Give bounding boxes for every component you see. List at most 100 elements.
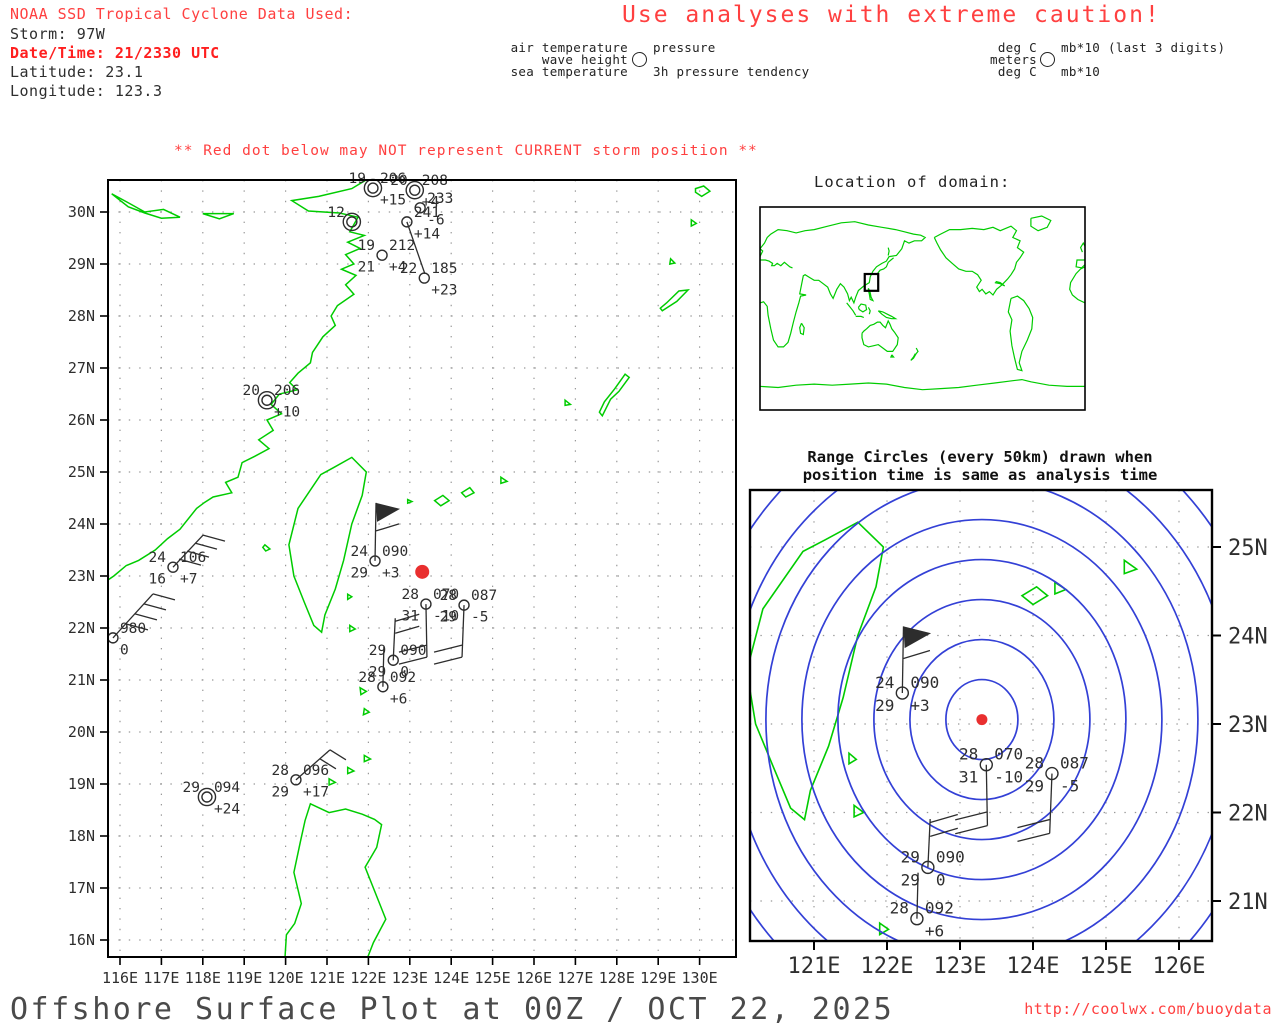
x-axis-tick-label: 127E (557, 969, 593, 985)
station-value: 29 (875, 696, 894, 715)
station-value: 28 (358, 670, 375, 686)
x-axis-tick-label: 128E (599, 969, 635, 985)
station-value: 092 (390, 670, 416, 686)
station-value: 20 (243, 383, 260, 399)
y-axis-tick-label: 26N (68, 411, 95, 429)
x-axis-tick-label: 122E (350, 969, 386, 985)
station-value: -10 (994, 768, 1023, 787)
range-x-tick-label: 124E (1007, 954, 1060, 979)
x-axis-tick-label: 123E (392, 969, 428, 985)
noaa-data-line: NOAA SSD Tropical Cyclone Data Used: (10, 5, 354, 23)
station-value: +6 (925, 922, 944, 941)
station-value: 16 (149, 572, 166, 588)
y-axis-tick-label: 25N (68, 463, 95, 481)
station-value: 208 (422, 173, 448, 189)
station-circle-icon (201, 791, 213, 803)
station-value: 206 (274, 383, 300, 399)
station-circle-icon (409, 184, 421, 196)
buoydata-link[interactable]: http://coolwx.com/buoydata (1024, 1000, 1272, 1018)
range-map-title-line1: Range Circles (every 50km) drawn when (807, 448, 1153, 466)
y-axis-tick-label: 28N (68, 307, 95, 325)
range-x-tick-label: 122E (861, 954, 914, 979)
station-plot: 24 090 29 +3 (875, 626, 939, 715)
main-map: 19 206+1520 208+4233-6241+141219 21221 +422 1… (68, 171, 737, 985)
station-value: 094 (214, 780, 240, 796)
station-value: 092 (925, 899, 954, 918)
range-y-tick-label: 25N (1228, 536, 1268, 561)
station-value: +3 (382, 565, 399, 581)
caution-banner: Use analyses with extreme caution! (622, 2, 1161, 28)
range-x-tick-label: 125E (1080, 954, 1133, 979)
coastlines (108, 180, 712, 957)
x-axis-tick-label: 129E (640, 969, 676, 985)
station-value: 0 (120, 642, 129, 658)
station-circle-icon (367, 182, 379, 194)
station-value: -5 (471, 610, 488, 626)
x-axis-tick-label: 124E (433, 969, 469, 985)
datetime-line: Date/Time: 21/2330 UTC (10, 44, 220, 62)
range-map-stations: 24 09029 +328 07031 -1028 08729 -529 09029 028 09… (875, 626, 1089, 941)
station-plot: 24 090 29 +3 (351, 502, 408, 581)
station-value: 185 (431, 261, 457, 277)
y-axis-tick-label: 29N (68, 255, 95, 273)
range-x-tick-label: 126E (1153, 954, 1206, 979)
x-axis-tick-label: 130E (682, 969, 718, 985)
station-value: 21 (358, 260, 375, 276)
station-value: +24 (214, 802, 240, 818)
station-value: 096 (303, 763, 329, 779)
station-value: 090 (936, 847, 965, 866)
station-value: 28 (890, 899, 909, 918)
domain-box (863, 272, 880, 292)
x-axis-tick-label: 118E (185, 969, 221, 985)
range-y-tick-label: 23N (1228, 713, 1268, 738)
x-axis-tick-label: 117E (143, 969, 179, 985)
x-axis-tick-label: 119E (226, 969, 262, 985)
y-axis-tick-label: 20N (68, 723, 95, 741)
station-value: +15 (380, 193, 406, 209)
world-inset-map (759, 206, 1086, 411)
station-circle-icon (167, 561, 179, 573)
station-value: 31 (959, 768, 978, 787)
y-axis-tick-label: 27N (68, 359, 95, 377)
legend-sea-temp-label: sea temperature (510, 64, 628, 79)
y-axis-tick-label: 18N (68, 827, 95, 845)
y-axis-tick-label: 19N (68, 775, 95, 793)
station-value: +17 (303, 784, 329, 800)
range-y-tick-label: 21N (1228, 890, 1268, 915)
station-value: 20 (390, 173, 407, 189)
station-value: 0 (936, 870, 946, 889)
station-value: 29 (901, 847, 920, 866)
station-plot: 20 206 +10 (243, 383, 301, 421)
station-value: +23 (431, 283, 457, 299)
y-axis-tick-label: 24N (68, 515, 95, 533)
y-axis-tick-label: 17N (68, 879, 95, 897)
y-axis-tick-label: 22N (68, 619, 95, 637)
station-value: 241 (414, 205, 440, 221)
station-plot: 22 185 +23 (400, 261, 458, 299)
station-value: 12 (327, 205, 344, 221)
legend-units-circle-icon (1040, 52, 1055, 67)
station-plot: 28 096 29 +17 (271, 749, 347, 800)
station-plot: 24 106 16 +7 (149, 534, 226, 588)
station-value: +6 (390, 691, 407, 707)
station-value: 29 (182, 780, 199, 796)
range-circles-map: 24 09029 +328 07031 -1028 08729 -529 09029 028 09… (748, 488, 1268, 979)
range-y-tick-label: 24N (1228, 625, 1268, 650)
station-value: 212 (389, 238, 415, 254)
station-value: 28 (440, 588, 457, 604)
station-value: 090 (910, 673, 939, 692)
station-value: 29 (440, 610, 457, 626)
station-value: 29 (351, 565, 368, 581)
main-map-axes: 116E 117E 118E 119E 120E 121E 122E 123E 124E 125E… (68, 203, 718, 985)
station-plot: 9800 (107, 593, 176, 658)
station-value: -5 (1060, 777, 1079, 796)
legend-mb10-label: mb*10 (1061, 64, 1101, 79)
station-value: +10 (274, 405, 300, 421)
station-value: 090 (400, 643, 426, 659)
station-value: 28 (401, 587, 418, 603)
plot-title: Offshore Surface Plot at 00Z / OCT 22, 2… (10, 992, 895, 1024)
y-axis-tick-label: 30N (68, 203, 95, 221)
main-map-stations: 19 206+1520 208+4233-6241+141219 21221 +422 1… (107, 171, 497, 818)
legend-station-circle-icon (632, 52, 647, 67)
y-axis-tick-label: 16N (68, 931, 95, 949)
